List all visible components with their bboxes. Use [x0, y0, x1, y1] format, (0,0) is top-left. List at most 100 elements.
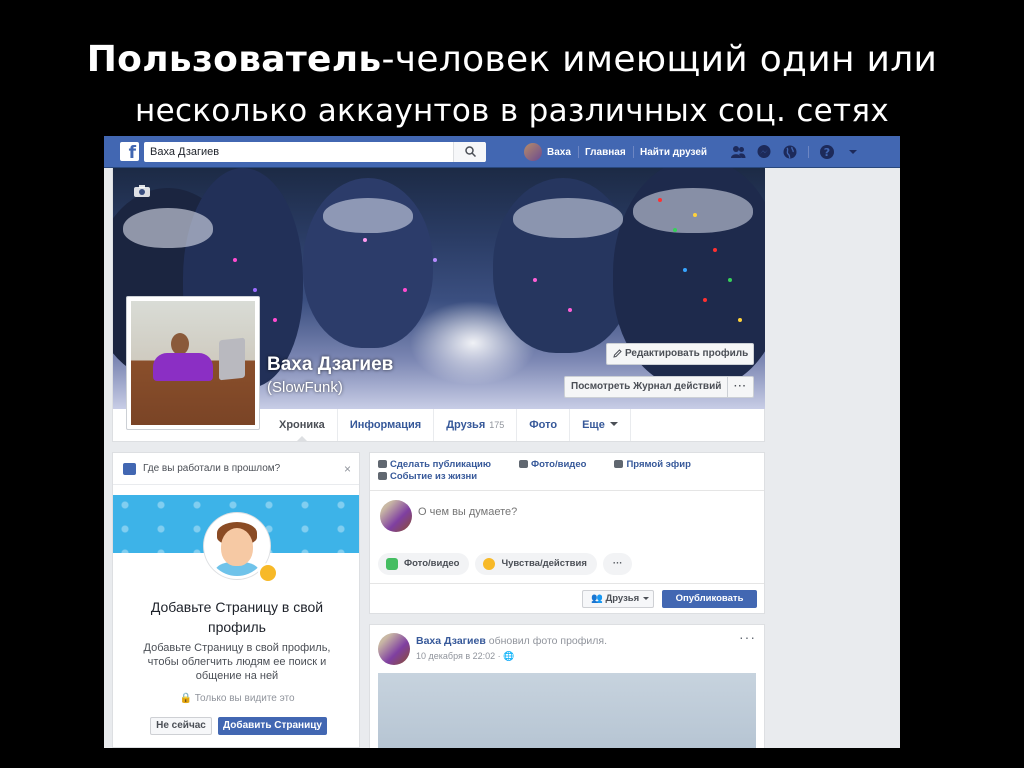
- post-timestamp[interactable]: 10 декабря в 22:02 · 🌐: [416, 651, 514, 662]
- cover-light: [403, 288, 407, 292]
- activity-log-button[interactable]: Посмотреть Журнал действий ···: [564, 376, 754, 398]
- cover-light: [738, 318, 742, 322]
- audience-selector[interactable]: 👥 Друзья: [582, 590, 654, 608]
- tab-more[interactable]: Еще: [570, 409, 631, 441]
- caret-icon[interactable]: [845, 144, 861, 160]
- add-page-button[interactable]: Добавить Страницу: [218, 717, 327, 735]
- video-icon: [614, 460, 624, 468]
- avatar: [524, 143, 542, 161]
- laptop-shape: [219, 337, 245, 381]
- post-action: обновил фото профиля.: [488, 635, 608, 647]
- cover-light: [683, 268, 687, 272]
- tab-friends[interactable]: Друзья 175: [434, 409, 518, 441]
- avatar[interactable]: [378, 633, 410, 665]
- cover-light: [273, 318, 277, 322]
- cover-snow: [323, 198, 413, 233]
- cover-snow: [513, 198, 623, 238]
- photo-video-button[interactable]: Фото/видео: [378, 553, 470, 575]
- smiley-icon: [483, 558, 496, 570]
- lock-icon: 🔒: [179, 693, 192, 704]
- post-options-button[interactable]: ···: [739, 629, 756, 645]
- composer-tab-photo[interactable]: Фото/видео: [518, 459, 600, 470]
- cover-snow: [633, 188, 753, 233]
- facebook-screenshot: f Ваха Главная Найти друзей ?: [104, 136, 900, 748]
- search-input[interactable]: [144, 142, 444, 162]
- more-options-button[interactable]: ···: [727, 377, 753, 397]
- avatar: [380, 500, 412, 532]
- post-image[interactable]: [378, 673, 756, 748]
- nav-home[interactable]: Главная: [585, 136, 626, 168]
- privacy-note: 🔒 Только вы видите это: [123, 693, 351, 704]
- svg-text:?: ?: [824, 146, 830, 159]
- cover-light: [533, 278, 537, 282]
- friends-icon: 👥: [591, 593, 603, 604]
- composer-tab-live[interactable]: Прямой эфир: [614, 459, 704, 470]
- more-options-button[interactable]: ···: [602, 553, 633, 575]
- tab-label: Информация: [349, 419, 422, 431]
- cover-light: [253, 288, 257, 292]
- cover-light: [728, 278, 732, 282]
- pencil-icon: [613, 349, 622, 358]
- slide-title-rest: -человек имеющий один или: [381, 39, 938, 80]
- composer-footer: 👥 Друзья Опубликовать: [370, 583, 764, 614]
- cover-light: [703, 298, 707, 302]
- profile-nickname: (SlowFunk): [267, 379, 343, 396]
- privacy-note-text: Только вы видите это: [194, 693, 295, 704]
- cover-light: [363, 238, 367, 242]
- photo-icon: [386, 558, 398, 570]
- composer-tab-post[interactable]: Сделать публикацию: [378, 459, 505, 470]
- composer-tab-label: Фото/видео: [530, 459, 587, 470]
- close-icon[interactable]: ×: [344, 453, 351, 485]
- nav-find-friends[interactable]: Найти друзей: [640, 136, 707, 168]
- illustration-face: [221, 528, 253, 566]
- profile-photo: [131, 301, 255, 425]
- publish-button[interactable]: Опубликовать: [662, 590, 757, 608]
- help-icon[interactable]: ?: [819, 144, 835, 160]
- slide-title-bold: Пользователь: [86, 39, 382, 80]
- nav-divider: [633, 146, 634, 158]
- top-navigation-bar: f Ваха Главная Найти друзей ?: [104, 136, 900, 168]
- cover-light: [658, 198, 662, 202]
- tab-about[interactable]: Информация: [338, 409, 435, 441]
- edit-profile-button[interactable]: Редактировать профиль: [606, 343, 754, 365]
- globe-icon[interactable]: [782, 144, 798, 160]
- slide-title-line1: Пользователь-человек имеющий один или: [0, 34, 1024, 86]
- post-time-text: 10 декабря в 22:02 ·: [416, 651, 501, 661]
- cover-light: [568, 308, 572, 312]
- friends-icon[interactable]: [730, 144, 746, 160]
- person-head: [171, 333, 189, 355]
- briefcase-icon: [123, 463, 136, 475]
- chevron-down-icon: [609, 422, 618, 430]
- cover-light: [233, 258, 237, 262]
- composer-tabs: Сделать публикацию Фото/видео Прямой эфир …: [370, 453, 764, 491]
- flag-badge-icon: [258, 563, 278, 583]
- post-author[interactable]: Ваха Дзагиев: [416, 635, 486, 647]
- add-page-title: Добавьте Страницу в свой профиль: [150, 599, 324, 635]
- cover-light: [693, 213, 697, 217]
- pill-label: Фото/видео: [404, 558, 460, 569]
- feeling-activity-button[interactable]: Чувства/действия: [475, 553, 597, 575]
- activity-log-label: Посмотреть Журнал действий: [571, 381, 722, 392]
- search-button[interactable]: [453, 142, 486, 162]
- tab-label: Еще: [582, 419, 605, 431]
- facebook-logo[interactable]: f: [120, 142, 139, 161]
- tab-photos[interactable]: Фото: [517, 409, 571, 441]
- cover-light: [713, 248, 717, 252]
- tab-timeline[interactable]: Хроника: [267, 409, 338, 442]
- status-input[interactable]: [418, 506, 718, 518]
- profile-tabs: Хроника Информация Друзья 175 Фото Еще: [267, 409, 631, 442]
- camera-icon[interactable]: [133, 184, 151, 198]
- work-question[interactable]: Где вы работали в прошлом? ×: [113, 453, 359, 485]
- search-box[interactable]: [144, 142, 485, 162]
- profile-name[interactable]: Ваха Дзагиев: [267, 354, 393, 376]
- messages-icon[interactable]: [756, 144, 772, 160]
- composer-tab-label: Прямой эфир: [626, 459, 691, 470]
- slide-title: Пользователь-человек имеющий один или не…: [0, 34, 1024, 134]
- composer-tab-life-event[interactable]: Событие из жизни: [378, 471, 491, 482]
- profile-picture[interactable]: [126, 296, 260, 430]
- search-icon: [465, 146, 476, 157]
- tab-label: Друзья: [446, 419, 486, 431]
- nav-user[interactable]: Ваха: [524, 136, 571, 168]
- not-now-button[interactable]: Не сейчас: [150, 717, 212, 735]
- globe-icon: 🌐: [503, 651, 515, 661]
